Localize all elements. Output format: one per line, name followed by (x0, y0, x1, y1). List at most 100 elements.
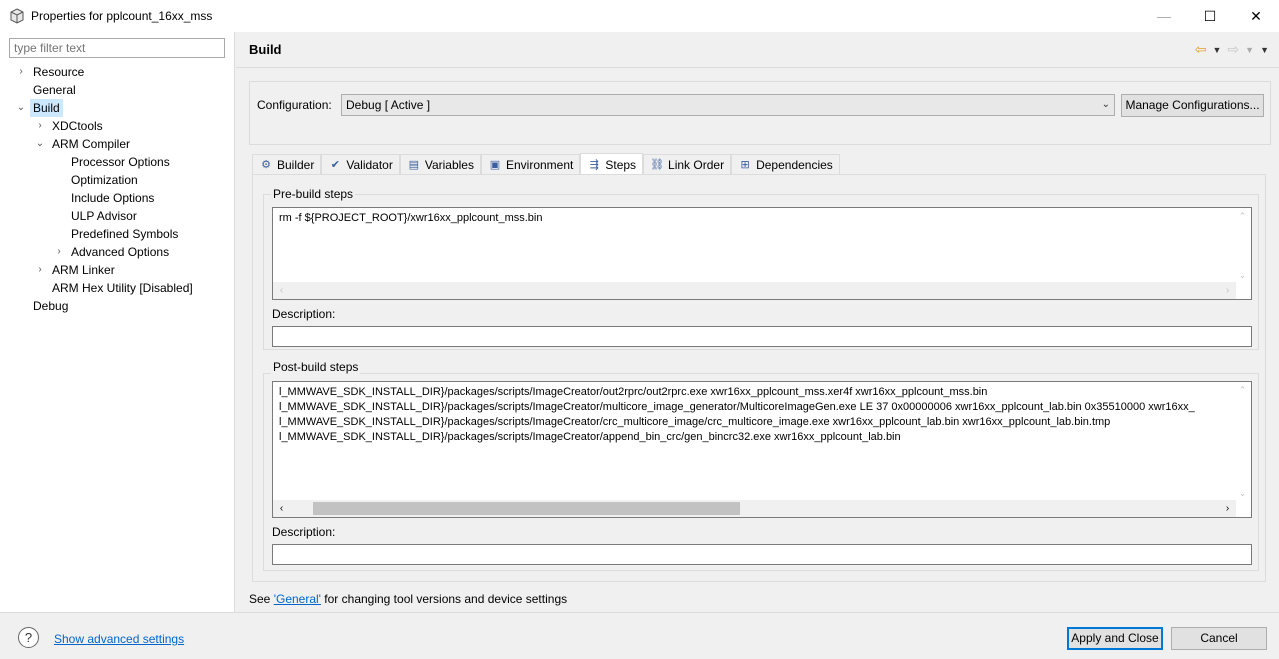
tree-item[interactable]: › ARM Linker (0, 261, 235, 279)
tree-item-label: ARM Hex Utility [Disabled] (52, 281, 193, 295)
tree-item[interactable]: General (0, 81, 235, 99)
command-line: l_MMWAVE_SDK_INSTALL_DIR}/packages/scrip… (279, 431, 901, 443)
show-advanced-settings-link[interactable]: Show advanced settings (54, 632, 184, 646)
minimize-button[interactable]: — (1141, 0, 1187, 32)
tree-item-label: Optimization (71, 173, 138, 187)
tree-item-label: Include Options (71, 191, 155, 205)
page-header: Build ⇦ ▼ ⇨ ▼ ▼ (236, 32, 1279, 68)
scroll-left-icon[interactable]: ‹ (273, 500, 290, 517)
collapsed-arrow-icon[interactable]: › (34, 117, 46, 135)
tree-item[interactable]: › Resource (0, 63, 235, 81)
window-title: Properties for pplcount_16xx_mss (31, 9, 213, 23)
tree-item-label: Resource (33, 65, 85, 79)
scroll-down-icon[interactable]: ⌄ (1234, 267, 1251, 284)
prebuild-horizontal-scrollbar[interactable]: ‹ › (273, 282, 1236, 299)
tab-variables[interactable]: ▤ Variables (399, 154, 481, 175)
footer-divider (0, 612, 1279, 613)
tab-link-order[interactable]: ⛓ Link Order (643, 154, 732, 175)
forward-dropdown-icon[interactable]: ▼ (1245, 45, 1254, 55)
tree-item-label: Build (30, 99, 63, 117)
back-dropdown-icon[interactable]: ▼ (1213, 45, 1222, 55)
tree-item[interactable]: ULP Advisor (0, 207, 235, 225)
scrollbar-thumb[interactable] (313, 502, 740, 515)
tree-item[interactable]: Debug (0, 297, 235, 315)
window-controls: — ☐ ✕ (1141, 0, 1279, 32)
steps-tab-content: Pre-build steps rm -f ${PROJECT_ROOT}/xw… (252, 174, 1266, 582)
prebuild-description-label: Description: (272, 307, 336, 321)
steps-icon: ⇶ (589, 158, 599, 171)
prebuild-description-input[interactable] (272, 326, 1252, 347)
tab-label: Variables (424, 158, 474, 172)
command-line: rm -f ${PROJECT_ROOT}/xwr16xx_pplcount_m… (279, 212, 543, 224)
tree-item-label: Predefined Symbols (71, 227, 179, 241)
postbuild-commands-textarea[interactable]: l_MMWAVE_SDK_INSTALL_DIR}/packages/scrip… (272, 381, 1252, 518)
tab-label: Environment (505, 158, 574, 172)
page-title: Build (249, 42, 282, 57)
tree-item[interactable]: Optimization (0, 171, 235, 189)
command-line: l_MMWAVE_SDK_INSTALL_DIR}/packages/scrip… (279, 416, 1111, 428)
scroll-left-icon[interactable]: ‹ (273, 282, 290, 299)
tree-item-label: Debug (33, 299, 69, 313)
manage-configurations-button[interactable]: Manage Configurations... (1121, 94, 1264, 117)
builder-icon: ⚙ (261, 159, 271, 171)
tab-dependencies[interactable]: ⊞ Dependencies (731, 154, 840, 175)
collapsed-arrow-icon[interactable]: › (34, 261, 46, 279)
postbuild-horizontal-scrollbar[interactable]: ‹ › (273, 500, 1236, 517)
configuration-select[interactable]: Debug [ Active ] ⌄ (341, 94, 1115, 116)
scroll-right-icon[interactable]: › (1219, 500, 1236, 517)
command-line: l_MMWAVE_SDK_INSTALL_DIR}/packages/scrip… (279, 401, 1195, 413)
configuration-label: Configuration: (257, 98, 332, 112)
postbuild-description-input[interactable] (272, 544, 1252, 565)
view-menu-icon[interactable]: ▼ (1260, 45, 1269, 55)
tab-environment[interactable]: ▣ Environment (480, 154, 581, 175)
back-arrow-icon[interactable]: ⇦ (1195, 41, 1207, 58)
properties-tree: › Resource General ⌄ Build › XDCtools ⌄ ARM Comp… (0, 63, 235, 315)
tree-item[interactable]: ⌄ ARM Compiler (0, 135, 235, 153)
tree-item[interactable]: Processor Options (0, 153, 235, 171)
scroll-up-icon[interactable]: ⌃ (1234, 382, 1251, 399)
tree-item[interactable]: Include Options (0, 189, 235, 207)
cancel-button[interactable]: Cancel (1171, 627, 1267, 650)
help-icon[interactable]: ? (18, 627, 39, 648)
general-settings-hint: See 'General' for changing tool versions… (249, 592, 567, 606)
postbuild-title: Post-build steps (271, 360, 361, 374)
forward-arrow-icon[interactable]: ⇨ (1227, 41, 1239, 58)
apply-and-close-button[interactable]: Apply and Close (1067, 627, 1163, 650)
collapsed-arrow-icon[interactable]: › (15, 63, 27, 81)
postbuild-vertical-scrollbar[interactable]: ⌃ ⌄ (1234, 382, 1251, 502)
tree-item-label: Advanced Options (71, 245, 170, 259)
maximize-button[interactable]: ☐ (1187, 0, 1233, 32)
tab-label: Link Order (668, 158, 725, 172)
hint-suffix: for changing tool versions and device se… (320, 592, 568, 606)
tree-item[interactable]: ARM Hex Utility [Disabled] (0, 279, 235, 297)
tab-validator[interactable]: ✔ Validator (321, 154, 400, 175)
general-link[interactable]: 'General' (274, 592, 321, 606)
tree-item[interactable]: › XDCtools (0, 117, 235, 135)
tree-item[interactable]: › Advanced Options (0, 243, 235, 261)
environment-icon: ▣ (489, 159, 501, 171)
hint-prefix: See (249, 592, 274, 606)
close-button[interactable]: ✕ (1233, 0, 1279, 32)
tree-item[interactable]: ⌄ Build (0, 99, 235, 117)
tab-steps[interactable]: ⇶ Steps (580, 153, 644, 175)
app-icon (10, 8, 24, 24)
filter-input[interactable] (9, 38, 225, 58)
link-order-icon: ⛓ (650, 159, 665, 171)
prebuild-vertical-scrollbar[interactable]: ⌃ ⌄ (1234, 208, 1251, 284)
history-nav: ⇦ ▼ ⇨ ▼ ▼ (1195, 41, 1269, 58)
tab-label: Dependencies (756, 158, 833, 172)
expanded-arrow-icon[interactable]: ⌄ (34, 135, 46, 153)
collapsed-arrow-icon[interactable]: › (53, 243, 65, 261)
scroll-down-icon[interactable]: ⌄ (1234, 485, 1251, 502)
navigation-panel: ›ResourceGeneral⌄Build›XDCtools⌄ARM Comp… (0, 32, 235, 612)
tab-builder[interactable]: ⚙ Builder (252, 154, 322, 175)
chevron-down-icon: ⌄ (1101, 99, 1110, 110)
tree-item-label: Processor Options (71, 155, 170, 169)
tree-item[interactable]: Predefined Symbols (0, 225, 235, 243)
variables-icon: ▤ (408, 159, 420, 171)
expanded-arrow-icon[interactable]: ⌄ (15, 99, 27, 117)
prebuild-commands-textarea[interactable]: rm -f ${PROJECT_ROOT}/xwr16xx_pplcount_m… (272, 207, 1252, 300)
scroll-right-icon[interactable]: › (1219, 282, 1236, 299)
scroll-up-icon[interactable]: ⌃ (1234, 208, 1251, 225)
tab-label: Validator (346, 158, 393, 172)
